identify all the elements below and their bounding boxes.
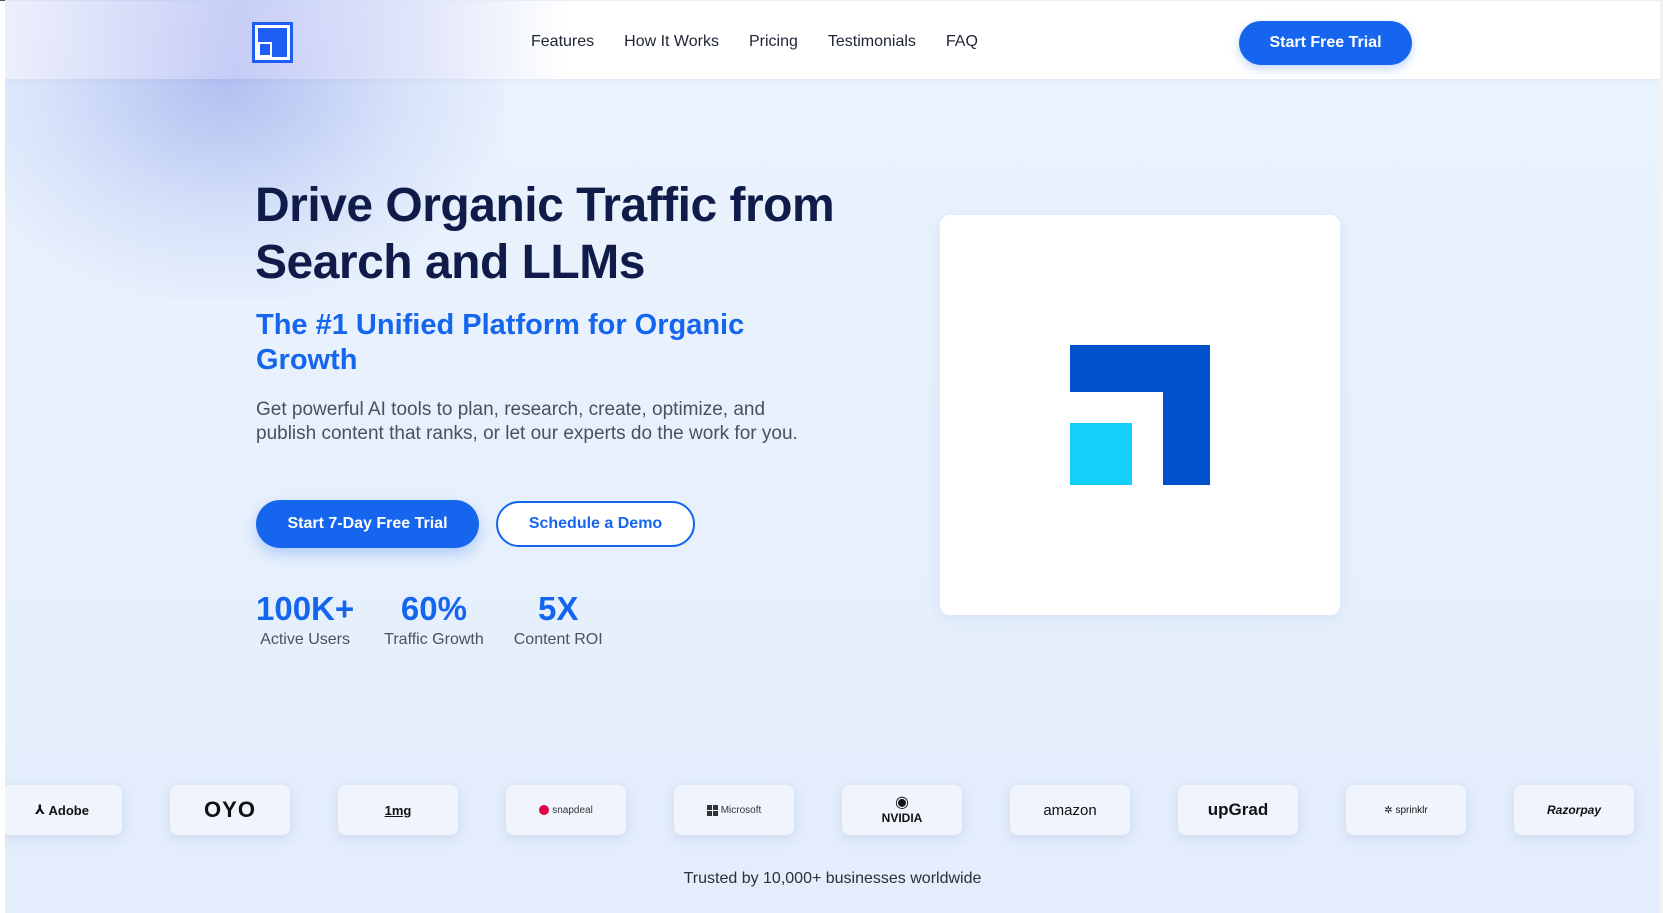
stat-active-users: 100K+ Active Users xyxy=(256,590,354,650)
stat-label: Traffic Growth xyxy=(384,631,484,648)
top-navigation: Features How It Works Pricing Testimonia… xyxy=(5,1,1660,79)
nav-link-features[interactable]: Features xyxy=(531,31,594,53)
logo-nvidia: ◉ NVIDIA xyxy=(842,785,962,835)
logo-snapdeal: snapdeal xyxy=(506,785,626,835)
stat-content-roi: 5X Content ROI xyxy=(514,590,603,650)
page-frame: Features How It Works Pricing Testimonia… xyxy=(5,0,1660,913)
hero-description: Get powerful AI tools to plan, research,… xyxy=(256,399,798,444)
trusted-caption: Trusted by 10,000+ businesses worldwide xyxy=(683,870,982,887)
sprinklr-icon: ✲ xyxy=(1384,804,1396,816)
stat-value: 60% xyxy=(400,590,467,627)
nav-link-testimonials[interactable]: Testimonials xyxy=(828,31,916,53)
nav-links: Features How It Works Pricing Testimonia… xyxy=(531,31,1008,53)
logo-adobe: ⅄ Adobe xyxy=(5,785,122,835)
logo-microsoft: Microsoft xyxy=(674,785,794,835)
brand-mark-icon xyxy=(1070,345,1210,485)
nav-link-faq[interactable]: FAQ xyxy=(946,31,978,53)
nav-link-pricing[interactable]: Pricing xyxy=(749,31,798,53)
nav-link-how-it-works[interactable]: How It Works xyxy=(624,31,719,53)
stat-value: 5X xyxy=(538,590,579,627)
logo-razorpay: Razorpay xyxy=(1514,785,1634,835)
snapdeal-icon xyxy=(539,805,550,815)
hero-stats: 100K+ Active Users 60% Traffic Growth 5X… xyxy=(256,590,633,650)
schedule-demo-button[interactable]: Schedule a Demo xyxy=(496,501,695,547)
logo-1mg: 1mg xyxy=(338,785,458,835)
stat-label: Content ROI xyxy=(513,631,603,648)
logo-upgrad: upGrad xyxy=(1178,785,1298,835)
start-7-day-trial-button[interactable]: Start 7-Day Free Trial xyxy=(256,500,479,548)
logo-oyo: OYO xyxy=(170,785,290,835)
start-free-trial-button[interactable]: Start Free Trial xyxy=(1239,21,1412,65)
stat-value: 100K+ xyxy=(256,590,355,627)
stat-traffic-growth: 60% Traffic Growth xyxy=(384,590,484,650)
hero-subtitle: The #1 Unified Platform for Organic Grow… xyxy=(256,309,745,376)
stat-label: Active Users xyxy=(260,631,350,648)
customer-logos-section: ⅄ Adobe OYO 1mg snapdeal Microsoft ◉ NVID… xyxy=(5,748,1660,913)
hero-illustration-card xyxy=(940,215,1340,615)
logo-sprinklr: ✲ sprinklr xyxy=(1346,785,1466,835)
adobe-icon: ⅄ xyxy=(35,802,49,817)
logo-carousel: ⅄ Adobe OYO 1mg snapdeal Microsoft ◉ NVID… xyxy=(5,785,1660,835)
brand-logo-icon[interactable] xyxy=(252,22,293,63)
hero-title: Drive Organic Traffic from Search and LL… xyxy=(255,179,835,289)
nvidia-eye-icon: ◉ xyxy=(895,794,909,811)
logo-amazon: amazon xyxy=(1010,785,1130,835)
microsoft-icon xyxy=(706,804,718,816)
